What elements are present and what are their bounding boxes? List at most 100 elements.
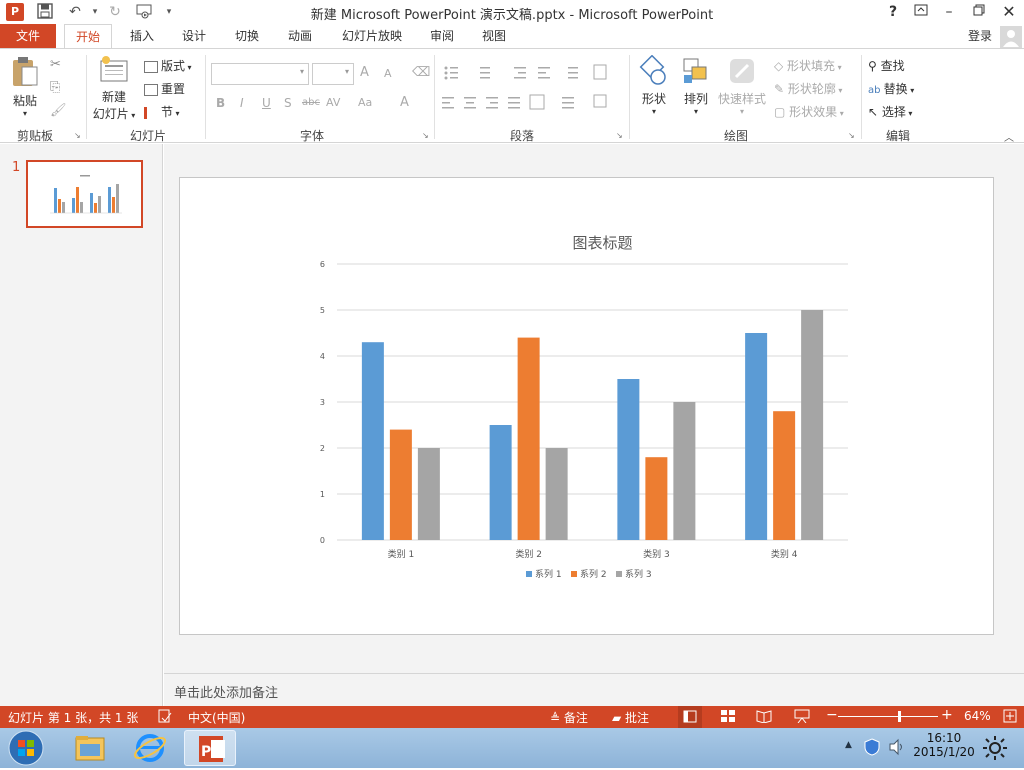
group-label-paragraph: 段落 [509,129,534,143]
select-button[interactable]: ↖ 选择 ▾ [868,103,912,120]
restore-button[interactable] [968,2,990,22]
shape-outline-button[interactable]: ✎ 形状轮廓 ▾ [774,80,842,97]
new-slide-dropdown-icon[interactable]: ▾ [129,111,135,120]
drawing-launcher-icon[interactable]: ↘ [848,131,855,140]
zoom-in-button[interactable]: + [941,707,953,723]
zoom-out-button[interactable]: − [826,707,838,723]
shape-effects-button[interactable]: ▢ 形状效果 ▾ [774,103,844,120]
svg-text:P: P [201,744,211,760]
tab-transitions[interactable]: 切换 [227,24,267,48]
underline-button[interactable]: U [262,96,271,110]
slideshow-view-button[interactable] [794,709,810,726]
shrink-font-button[interactable]: A [384,67,392,80]
shape-fill-label: 形状填充 [787,59,836,73]
file-explorer-taskbar-button[interactable] [64,730,116,766]
help-button[interactable]: ? [882,2,904,22]
copy-icon[interactable]: ⎘ [50,80,60,95]
clock-time: 16:10 [926,731,962,745]
bar-2-3 [645,457,668,540]
quick-styles-icon [730,59,754,83]
legend-label: 系列 3 [625,568,652,580]
new-slide-label-2: 幻灯片 [92,107,129,121]
char-spacing-button[interactable]: AV [326,96,340,109]
tab-view[interactable]: 视图 [474,24,514,48]
paragraph-launcher-icon[interactable]: ↘ [616,131,623,140]
ribbon-home: 粘贴 ▾ ✂ ⎘ 🖌 剪贴板 ↘ 新建 幻灯片 ▾ 版式 ▾ 重置 节 ▾ 幻灯… [0,48,1024,144]
clipboard-launcher-icon[interactable]: ↘ [74,131,81,140]
show-hidden-icons[interactable]: ▲ [845,740,852,750]
italic-button[interactable]: I [240,96,244,110]
bold-button[interactable]: B [216,96,225,110]
reading-view-button[interactable] [756,709,772,726]
y-tick-label: 6 [320,260,325,269]
normal-view-button[interactable] [678,706,702,728]
layout-button[interactable]: 版式 ▾ [144,57,192,74]
status-bar: 幻灯片 第 1 张，共 1 张 中文(中国) ≜ 备注 ▰ 批注 − + 64% [0,706,1024,728]
paste-dropdown-icon[interactable]: ▾ [6,109,44,118]
x-tick-label: 类别 1 [388,548,415,560]
notes-toggle[interactable]: ≜ 备注 [550,709,588,726]
spelling-icon[interactable] [158,709,172,726]
shape-fill-button[interactable]: ◇ 形状填充 ▾ [774,57,842,74]
grow-font-button[interactable]: A [360,65,369,80]
select-label: 选择 [881,105,906,119]
volume-icon[interactable] [888,738,906,759]
comments-toggle[interactable]: ▰ 批注 [612,709,649,726]
new-slide-label: 新建 [101,90,126,104]
font-color-button[interactable]: A [400,95,409,110]
signin-link[interactable]: 登录 [962,24,998,48]
close-button[interactable]: ✕ [998,2,1020,22]
clock-date: 2015/1/20 [913,745,975,759]
slide-thumbnail[interactable] [26,160,143,228]
shapes-button[interactable]: 形状 ▾ [634,54,674,116]
tab-insert[interactable]: 插入 [122,24,162,48]
tab-slideshow[interactable]: 幻灯片放映 [336,24,408,48]
paste-button[interactable]: 粘贴 ▾ [6,55,44,118]
security-shield-icon[interactable] [864,738,880,759]
notes-pane[interactable]: 单击此处添加备注 [164,673,1024,706]
zoom-slider-thumb[interactable] [898,711,901,722]
cut-icon[interactable]: ✂ [50,57,61,72]
clear-formatting-icon[interactable]: ⌫ [412,65,430,80]
quick-styles-button[interactable]: 快速样式 ▾ [716,55,768,116]
brightness-icon[interactable] [982,735,1008,764]
section-button[interactable]: 节 ▾ [144,103,180,120]
language-indicator[interactable]: 中文(中国) [188,709,245,726]
collapse-ribbon-icon[interactable]: ︿ [1004,129,1014,144]
new-slide-button[interactable]: 新建 幻灯片 ▾ [90,55,138,122]
tab-file[interactable]: 文件 [0,24,56,48]
find-button[interactable]: ⚲ 查找 [868,57,905,74]
change-case-button[interactable]: Aa [358,96,372,109]
internet-explorer-taskbar-button[interactable] [124,730,176,766]
tab-review[interactable]: 审阅 [422,24,462,48]
comments-label: 批注 [625,711,650,725]
clock[interactable]: 16:10 2015/1/20 [912,731,976,759]
font-size-select[interactable]: ▾ [312,63,354,85]
font-name-select[interactable]: ▾ [211,63,309,85]
arrange-button[interactable]: 排列 ▾ [676,55,716,116]
bar-chart[interactable]: 图表标题 0 1 2 3 4 5 6 类别 1 类别 2 类别 3 类别 4 系列 1 系列 2 系列 3 [180,178,995,636]
y-tick-label: 2 [320,444,325,453]
fit-slide-icon[interactable] [1003,709,1017,726]
zoom-slider[interactable] [838,716,938,717]
slide-sorter-button[interactable] [720,709,736,726]
tab-design[interactable]: 设计 [174,24,214,48]
ribbon-display-options-icon[interactable] [910,2,932,22]
notes-placeholder[interactable]: 单击此处添加备注 [174,682,278,701]
powerpoint-taskbar-button[interactable]: P [184,730,236,766]
font-launcher-icon[interactable]: ↘ [422,131,429,140]
format-painter-icon[interactable]: 🖌 [50,103,67,118]
tab-animations[interactable]: 动画 [280,24,320,48]
tab-home[interactable]: 开始 [64,24,112,49]
user-avatar[interactable] [1000,26,1022,48]
folder-icon [75,736,105,761]
arrange-icon [683,58,707,83]
reset-button[interactable]: 重置 [144,80,185,97]
replace-button[interactable]: ab 替换 ▾ [868,80,914,97]
zoom-level[interactable]: 64% [964,709,991,723]
minimize-button[interactable]: – [938,2,960,22]
strikethrough-button[interactable]: abc [302,97,320,108]
slide-canvas[interactable]: 图表标题 0 1 2 3 4 5 6 类别 1 类别 2 类别 3 类别 4 系列 1 系列 2 系列 3 [179,177,994,635]
start-button[interactable] [6,729,46,767]
shadow-button[interactable]: S [284,96,292,110]
